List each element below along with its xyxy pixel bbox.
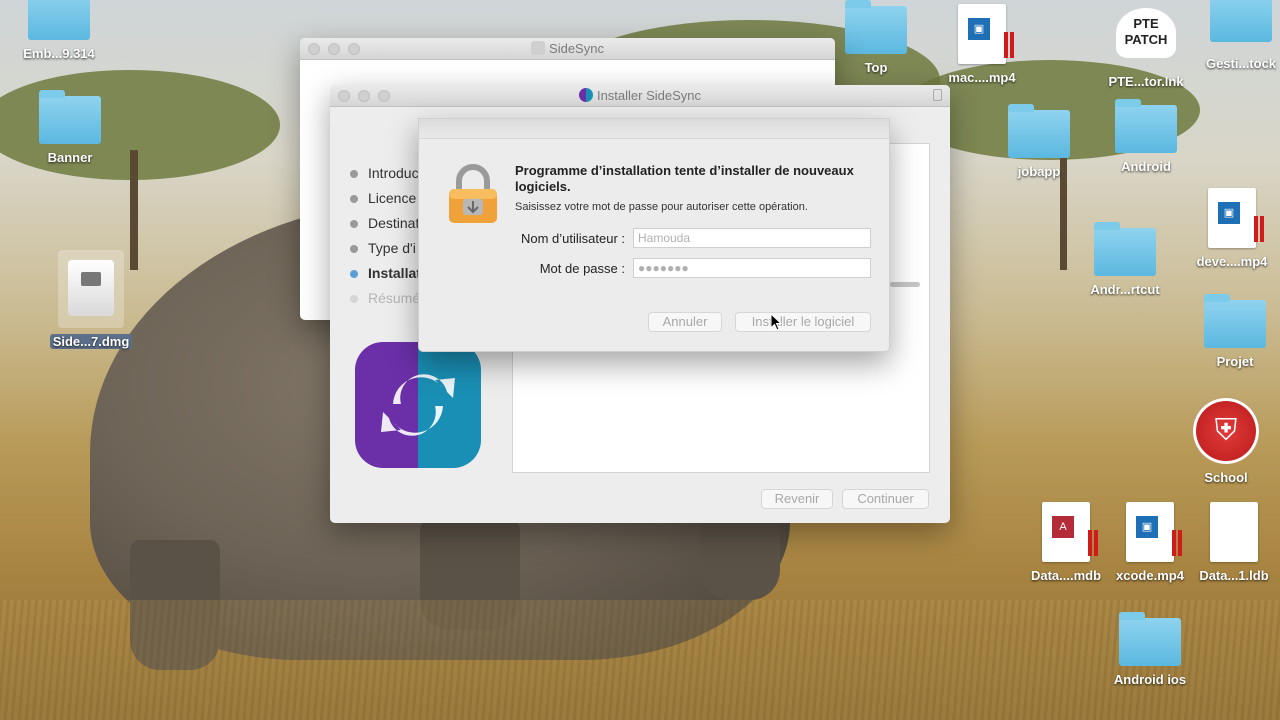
step-introduction: Introduc bbox=[350, 165, 421, 190]
video-file-icon: ▣ bbox=[958, 4, 1014, 64]
desktop-icon-folder[interactable]: Top bbox=[831, 0, 921, 75]
username-label: Nom d’utilisateur : bbox=[520, 231, 625, 246]
auth-subtitle: Saisissez votre mot de passe pour autori… bbox=[515, 201, 808, 213]
access-database-icon: A bbox=[1042, 502, 1098, 562]
desktop-icon-label: School bbox=[1204, 470, 1248, 485]
step-dot-icon bbox=[350, 295, 358, 303]
sidesync-app-icon bbox=[578, 88, 593, 102]
step-licence: Licence bbox=[350, 190, 421, 215]
desktop-icon-app[interactable]: ⛨ School bbox=[1181, 398, 1271, 485]
desktop-icon-video[interactable]: ▣ mac....mp4 bbox=[937, 4, 1027, 85]
pte-logo-text: PTE PATCH bbox=[1124, 16, 1168, 47]
auth-sheet-top bbox=[419, 119, 889, 139]
sidesync-titlebar[interactable]: SideSync bbox=[300, 38, 835, 60]
padlock-icon bbox=[449, 164, 497, 223]
folder-icon bbox=[1115, 99, 1177, 153]
pte-patch-logo-icon: PTE PATCH bbox=[1116, 8, 1176, 58]
sidesync-window-title: SideSync bbox=[300, 41, 835, 56]
desktop-icon-label: Banner bbox=[47, 150, 93, 165]
auth-dialog[interactable]: Programme d’installation tente d’install… bbox=[418, 118, 890, 352]
step-dot-icon bbox=[350, 245, 358, 253]
desktop-icon-video[interactable]: ▣ xcode.mp4 bbox=[1105, 502, 1195, 583]
step-install-type: Type d'i bbox=[350, 240, 421, 265]
installer-steps: Introduc Licence Destinat Type d'i Insta… bbox=[350, 165, 421, 315]
desktop-icon-shortcut[interactable]: PTE PATCH PTE...tor.lnk bbox=[1101, 8, 1191, 89]
sidesync-logo-icon bbox=[355, 342, 481, 468]
folder-icon bbox=[1094, 222, 1156, 276]
desktop-icon-label: deve....mp4 bbox=[1196, 254, 1268, 269]
desktop-icon-label: Side...7.dmg bbox=[49, 334, 133, 349]
desktop-icon-label: Top bbox=[864, 60, 888, 75]
desktop-icon-label: Android bbox=[1121, 159, 1171, 174]
step-dot-icon bbox=[350, 170, 358, 178]
auth-title: Programme d’installation tente d’install… bbox=[515, 163, 854, 194]
video-file-icon: ▣ bbox=[1126, 502, 1182, 562]
folder-icon bbox=[1210, 0, 1272, 42]
installer-window-title: Installer SideSync bbox=[330, 88, 950, 103]
lock-icon bbox=[933, 89, 942, 101]
password-input[interactable] bbox=[633, 258, 871, 278]
wallpaper-grass bbox=[0, 600, 1280, 720]
back-button[interactable]: Revenir bbox=[761, 489, 833, 509]
desktop-icon-folder[interactable]: Projet bbox=[1190, 294, 1280, 369]
username-input[interactable] bbox=[633, 228, 871, 248]
desktop-icon-folder[interactable]: Banner bbox=[25, 90, 115, 165]
folder-icon bbox=[28, 0, 90, 40]
wallpaper-elephant-leg bbox=[700, 520, 780, 600]
desktop-icon-label: Emb...9.314 bbox=[23, 46, 95, 61]
desktop-icon-folder[interactable]: Andr...rtcut bbox=[1080, 222, 1170, 297]
desktop-icon-label: PTE...tor.lnk bbox=[1108, 74, 1184, 89]
mouse-cursor-icon bbox=[770, 313, 782, 331]
desktop-icon-folder[interactable]: Android bbox=[1101, 99, 1191, 174]
desktop-icon-label: xcode.mp4 bbox=[1116, 568, 1184, 583]
step-summary: Résumé bbox=[350, 290, 421, 315]
step-dot-icon bbox=[350, 220, 358, 228]
desktop-icon-dmg[interactable]: Side...7.dmg bbox=[46, 250, 136, 351]
folder-icon bbox=[1008, 104, 1070, 158]
desktop-icon-label: Android ios bbox=[1113, 672, 1187, 687]
cancel-button[interactable]: Annuler bbox=[648, 312, 722, 332]
desktop-icon-doc[interactable]: Data...1.ldb bbox=[1189, 502, 1279, 583]
continue-button[interactable]: Continuer bbox=[842, 489, 929, 509]
desktop-icon-folder[interactable]: Gesti...tock bbox=[1196, 0, 1280, 71]
spartan-helmet-icon: ⛨ bbox=[1193, 398, 1259, 464]
desktop-icon-folder[interactable]: jobapp bbox=[994, 104, 1084, 179]
video-file-icon: ▣ bbox=[1208, 188, 1264, 248]
desktop-icon-label: Projet bbox=[1216, 354, 1254, 369]
folder-icon bbox=[39, 90, 101, 144]
progress-bar bbox=[890, 282, 920, 287]
desktop-icon-label: jobapp bbox=[1017, 164, 1061, 179]
desktop-icon-folder[interactable]: Emb...9.314 bbox=[14, 0, 104, 61]
disk-image-icon bbox=[58, 250, 124, 328]
desktop-icon-label: Data....mdb bbox=[1030, 568, 1102, 583]
desktop-icon-label: Data...1.ldb bbox=[1199, 568, 1269, 583]
disk-icon bbox=[531, 41, 546, 55]
blank-document-icon bbox=[1210, 502, 1258, 562]
desktop-icon-label: mac....mp4 bbox=[948, 70, 1016, 85]
step-installation: Installat bbox=[350, 265, 421, 290]
step-dot-icon bbox=[350, 270, 358, 278]
step-dot-icon bbox=[350, 195, 358, 203]
folder-icon bbox=[1119, 612, 1181, 666]
desktop-icon-folder[interactable]: Android ios bbox=[1105, 612, 1195, 687]
desktop-icon-label: Andr...rtcut bbox=[1090, 282, 1160, 297]
password-label: Mot de passe : bbox=[539, 261, 625, 276]
desktop-icon-label: Gesti...tock bbox=[1205, 56, 1277, 71]
desktop-icon-video[interactable]: ▣ deve....mp4 bbox=[1187, 188, 1277, 269]
step-destination: Destinat bbox=[350, 215, 421, 240]
folder-icon bbox=[845, 0, 907, 54]
installer-titlebar[interactable]: Installer SideSync bbox=[330, 85, 950, 107]
desktop-icon-access[interactable]: A Data....mdb bbox=[1021, 502, 1111, 583]
install-software-button[interactable]: Installer le logiciel bbox=[735, 312, 871, 332]
folder-icon bbox=[1204, 294, 1266, 348]
